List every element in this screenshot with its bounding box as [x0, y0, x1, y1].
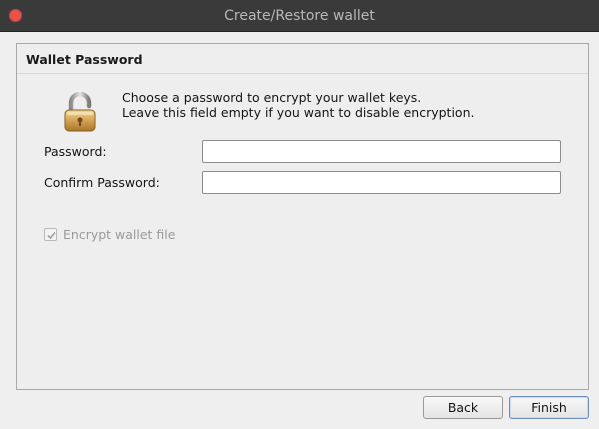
- description-line-1: Choose a password to encrypt your wallet…: [122, 90, 422, 105]
- encryption-description: Choose a password to encrypt your wallet…: [122, 90, 475, 120]
- confirm-password-label: Confirm Password:: [44, 175, 160, 190]
- encrypt-wallet-label: Encrypt wallet file: [63, 227, 176, 242]
- panel-title: Wallet Password: [26, 52, 143, 67]
- panel-divider: [17, 73, 588, 74]
- wallet-password-panel: Wallet Password Choose a password to enc…: [16, 43, 589, 390]
- back-button[interactable]: Back: [423, 396, 503, 419]
- password-label: Password:: [44, 144, 107, 159]
- wallet-dialog-window: Create/Restore wallet Wallet Password Ch…: [0, 0, 599, 429]
- finish-button[interactable]: Finish: [509, 396, 589, 419]
- window-title: Create/Restore wallet: [224, 8, 375, 24]
- encrypt-wallet-checkbox[interactable]: [44, 228, 57, 241]
- checkmark-icon: [47, 231, 56, 240]
- description-line-2: Leave this field empty if you want to di…: [122, 104, 475, 120]
- password-input[interactable]: [202, 140, 561, 163]
- padlock-open-icon: [63, 91, 97, 132]
- confirm-password-input[interactable]: [202, 171, 561, 194]
- title-bar[interactable]: Create/Restore wallet: [0, 0, 599, 32]
